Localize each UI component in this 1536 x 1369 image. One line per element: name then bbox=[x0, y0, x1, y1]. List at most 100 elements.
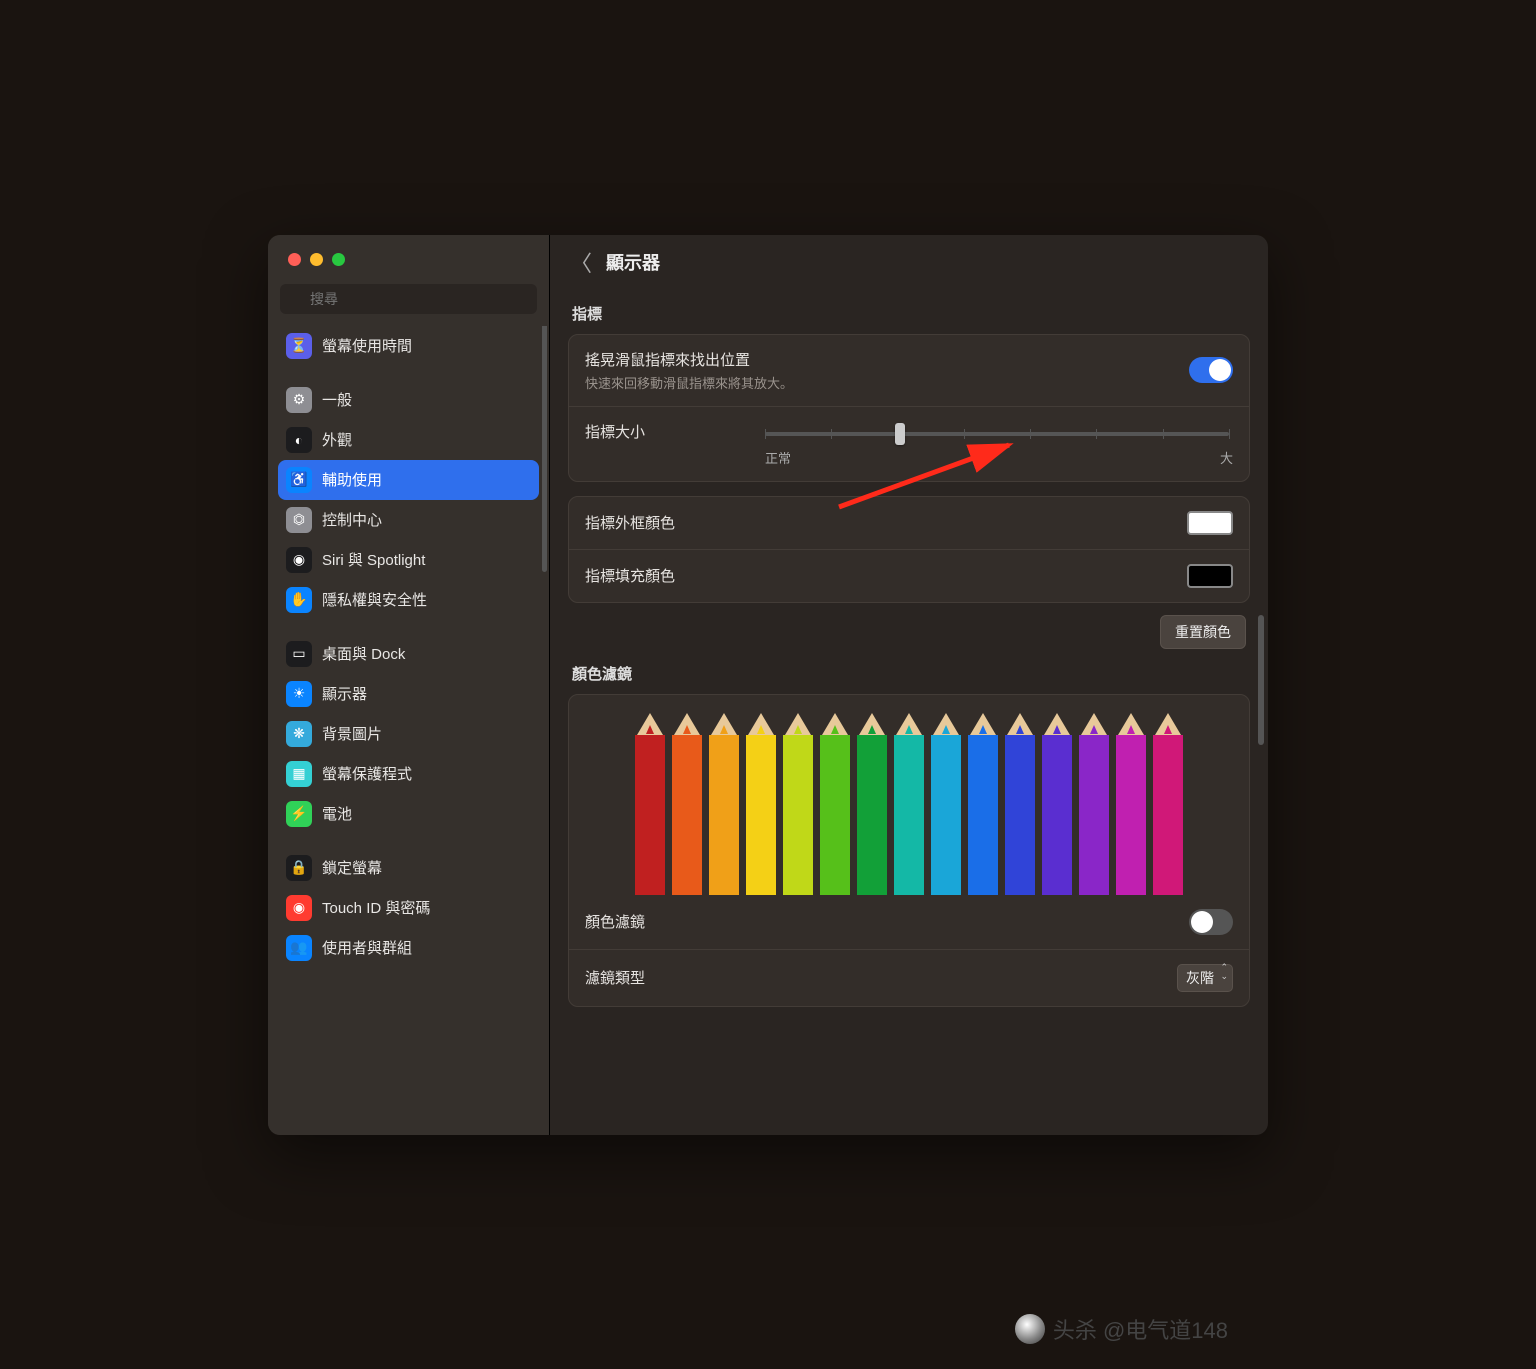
row-fill-color: 指標填充顏色 bbox=[569, 550, 1249, 602]
sidebar-item-label: 顯示器 bbox=[322, 683, 367, 704]
filter-type-select[interactable]: 灰階 bbox=[1177, 964, 1233, 992]
row-filter-toggle: 顏色濾鏡 bbox=[569, 895, 1249, 950]
sidebar-item-7[interactable]: ▭ 桌面與 Dock bbox=[278, 634, 539, 674]
filter-preview bbox=[569, 695, 1249, 895]
fill-color-well[interactable] bbox=[1187, 564, 1233, 588]
settings-window: 🔍 ⏳螢幕使用時間⚙一般◐外觀♿輔助使用⏣控制中心◉Siri 與 Spotlig… bbox=[268, 235, 1268, 1135]
content-scrollbar[interactable] bbox=[1258, 615, 1264, 745]
pencil bbox=[966, 713, 1000, 895]
sidebar-item-label: 桌面與 Dock bbox=[322, 643, 405, 664]
page-title: 顯示器 bbox=[606, 249, 660, 275]
close-button[interactable] bbox=[288, 253, 301, 266]
row-outline-color: 指標外框顏色 bbox=[569, 497, 1249, 550]
sidebar-scrollbar[interactable] bbox=[542, 326, 547, 572]
pencil bbox=[781, 713, 815, 895]
pointer-size-label: 指標大小 bbox=[585, 421, 765, 442]
row-pointer-size: 指標大小 正常 大 bbox=[569, 407, 1249, 481]
sidebar-item-11[interactable]: ⚡ 電池 bbox=[278, 794, 539, 834]
sidebar-item-9[interactable]: ❋背景圖片 bbox=[278, 714, 539, 754]
sidebar-item-label: Touch ID 與密碼 bbox=[322, 897, 430, 918]
header: 〈 顯示器 bbox=[550, 235, 1268, 289]
shake-sub: 快速來回移動滑鼠指標來將其放大。 bbox=[585, 373, 1189, 392]
sidebar-item-13[interactable]: ◉ Touch ID 與密碼 bbox=[278, 888, 539, 928]
pencil bbox=[744, 713, 778, 895]
sidebar-item-label: 電池 bbox=[322, 803, 352, 824]
outline-color-well[interactable] bbox=[1187, 511, 1233, 535]
pencil bbox=[1151, 713, 1185, 895]
toggle-color-filter[interactable] bbox=[1189, 909, 1233, 935]
sidebar-item-label: 鎖定螢幕 bbox=[322, 857, 382, 878]
sidebar-item-2[interactable]: ◐ 外觀 bbox=[278, 420, 539, 460]
sidebar-item-label: 使用者與群組 bbox=[322, 937, 412, 958]
switches-icon: ⏣ bbox=[286, 507, 312, 533]
pointer-size-slider[interactable] bbox=[765, 432, 1229, 436]
pencil bbox=[633, 713, 667, 895]
pencil bbox=[1003, 713, 1037, 895]
sidebar-item-1[interactable]: ⚙ 一般 bbox=[278, 380, 539, 420]
screensaver-icon: ▦ bbox=[286, 761, 312, 787]
sidebar-item-label: 隱私權與安全性 bbox=[322, 589, 427, 610]
pencil bbox=[892, 713, 926, 895]
sidebar-item-label: 輔助使用 bbox=[322, 469, 382, 490]
brightness-icon: ☀ bbox=[286, 681, 312, 707]
row-shake: 搖晃滑鼠指標來找出位置 快速來回移動滑鼠指標來將其放大。 bbox=[569, 335, 1249, 407]
pencil bbox=[818, 713, 852, 895]
sidebar-item-6[interactable]: ✋ 隱私權與安全性 bbox=[278, 580, 539, 620]
row-filter-type: 濾鏡類型 灰階 bbox=[569, 950, 1249, 1006]
lock-icon: 🔒 bbox=[286, 855, 312, 881]
battery-icon: ⚡ bbox=[286, 801, 312, 827]
panel-filter: 顏色濾鏡 濾鏡類型 灰階 bbox=[568, 694, 1250, 1007]
sidebar-item-3[interactable]: ♿ 輔助使用 bbox=[278, 460, 539, 500]
siri-icon: ◉ bbox=[286, 547, 312, 573]
flower-icon: ❋ bbox=[286, 721, 312, 747]
pencil bbox=[707, 713, 741, 895]
gear-icon: ⚙ bbox=[286, 387, 312, 413]
sidebar-item-4[interactable]: ⏣ 控制中心 bbox=[278, 500, 539, 540]
hand-icon: ✋ bbox=[286, 587, 312, 613]
watermark: 头杀 @电气道148 bbox=[1015, 1313, 1228, 1345]
toggle-shake[interactable] bbox=[1189, 357, 1233, 383]
slider-thumb[interactable] bbox=[895, 423, 905, 445]
contrast-icon: ◐ bbox=[286, 427, 312, 453]
pencil bbox=[1114, 713, 1148, 895]
pencil bbox=[670, 713, 704, 895]
zoom-button[interactable] bbox=[332, 253, 345, 266]
slider-max-label: 大 bbox=[1220, 448, 1233, 467]
window-controls bbox=[268, 235, 549, 276]
sidebar-item-0[interactable]: ⏳螢幕使用時間 bbox=[278, 326, 539, 366]
sidebar-item-label: 一般 bbox=[322, 389, 352, 410]
sidebar-nav: ⏳螢幕使用時間 ⚙ 一般 ◐ 外觀 ♿ 輔助使用 ⏣ 控制中心 ◉Siri 與 Spotlight… bbox=[268, 326, 549, 1135]
panel-colors: 指標外框顏色 指標填充顏色 bbox=[568, 496, 1250, 603]
sidebar-item-8[interactable]: ☀ 顯示器 bbox=[278, 674, 539, 714]
pencil bbox=[1077, 713, 1111, 895]
sidebar-item-label: 螢幕使用時間 bbox=[322, 335, 412, 356]
section-filter-title: 顏色濾鏡 bbox=[572, 663, 1246, 684]
panel-pointer: 搖晃滑鼠指標來找出位置 快速來回移動滑鼠指標來將其放大。 指標大小 bbox=[568, 334, 1250, 482]
pencil bbox=[1040, 713, 1074, 895]
sidebar-item-label: 外觀 bbox=[322, 429, 352, 450]
search-input[interactable] bbox=[280, 284, 537, 314]
dock-icon: ▭ bbox=[286, 641, 312, 667]
minimize-button[interactable] bbox=[310, 253, 323, 266]
fingerprint-icon: ◉ bbox=[286, 895, 312, 921]
accessibility-icon: ♿ bbox=[286, 467, 312, 493]
sidebar-item-5[interactable]: ◉Siri 與 Spotlight bbox=[278, 540, 539, 580]
sidebar-item-14[interactable]: 👥 使用者與群組 bbox=[278, 928, 539, 968]
watermark-avatar bbox=[1015, 1314, 1045, 1344]
main-content: 〈 顯示器 指標 搖晃滑鼠指標來找出位置 快速來回移動滑鼠指標來將其放大。 指標… bbox=[550, 235, 1268, 1135]
sidebar-item-10[interactable]: ▦螢幕保護程式 bbox=[278, 754, 539, 794]
pencil bbox=[929, 713, 963, 895]
watermark-text: 头杀 @电气道148 bbox=[1053, 1313, 1228, 1345]
filter-type-label: 濾鏡類型 bbox=[585, 967, 1177, 988]
sidebar-item-label: 控制中心 bbox=[322, 509, 382, 530]
slider-min-label: 正常 bbox=[765, 448, 791, 467]
users-icon: 👥 bbox=[286, 935, 312, 961]
shake-title: 搖晃滑鼠指標來找出位置 bbox=[585, 349, 1189, 370]
filter-toggle-label: 顏色濾鏡 bbox=[585, 911, 1189, 932]
back-button[interactable]: 〈 bbox=[570, 246, 592, 278]
reset-color-button[interactable]: 重置顏色 bbox=[1160, 615, 1246, 649]
sidebar: 🔍 ⏳螢幕使用時間⚙一般◐外觀♿輔助使用⏣控制中心◉Siri 與 Spotlig… bbox=[268, 235, 550, 1135]
fill-color-label: 指標填充顏色 bbox=[585, 565, 1187, 586]
sidebar-item-12[interactable]: 🔒 鎖定螢幕 bbox=[278, 848, 539, 888]
pencil bbox=[855, 713, 889, 895]
